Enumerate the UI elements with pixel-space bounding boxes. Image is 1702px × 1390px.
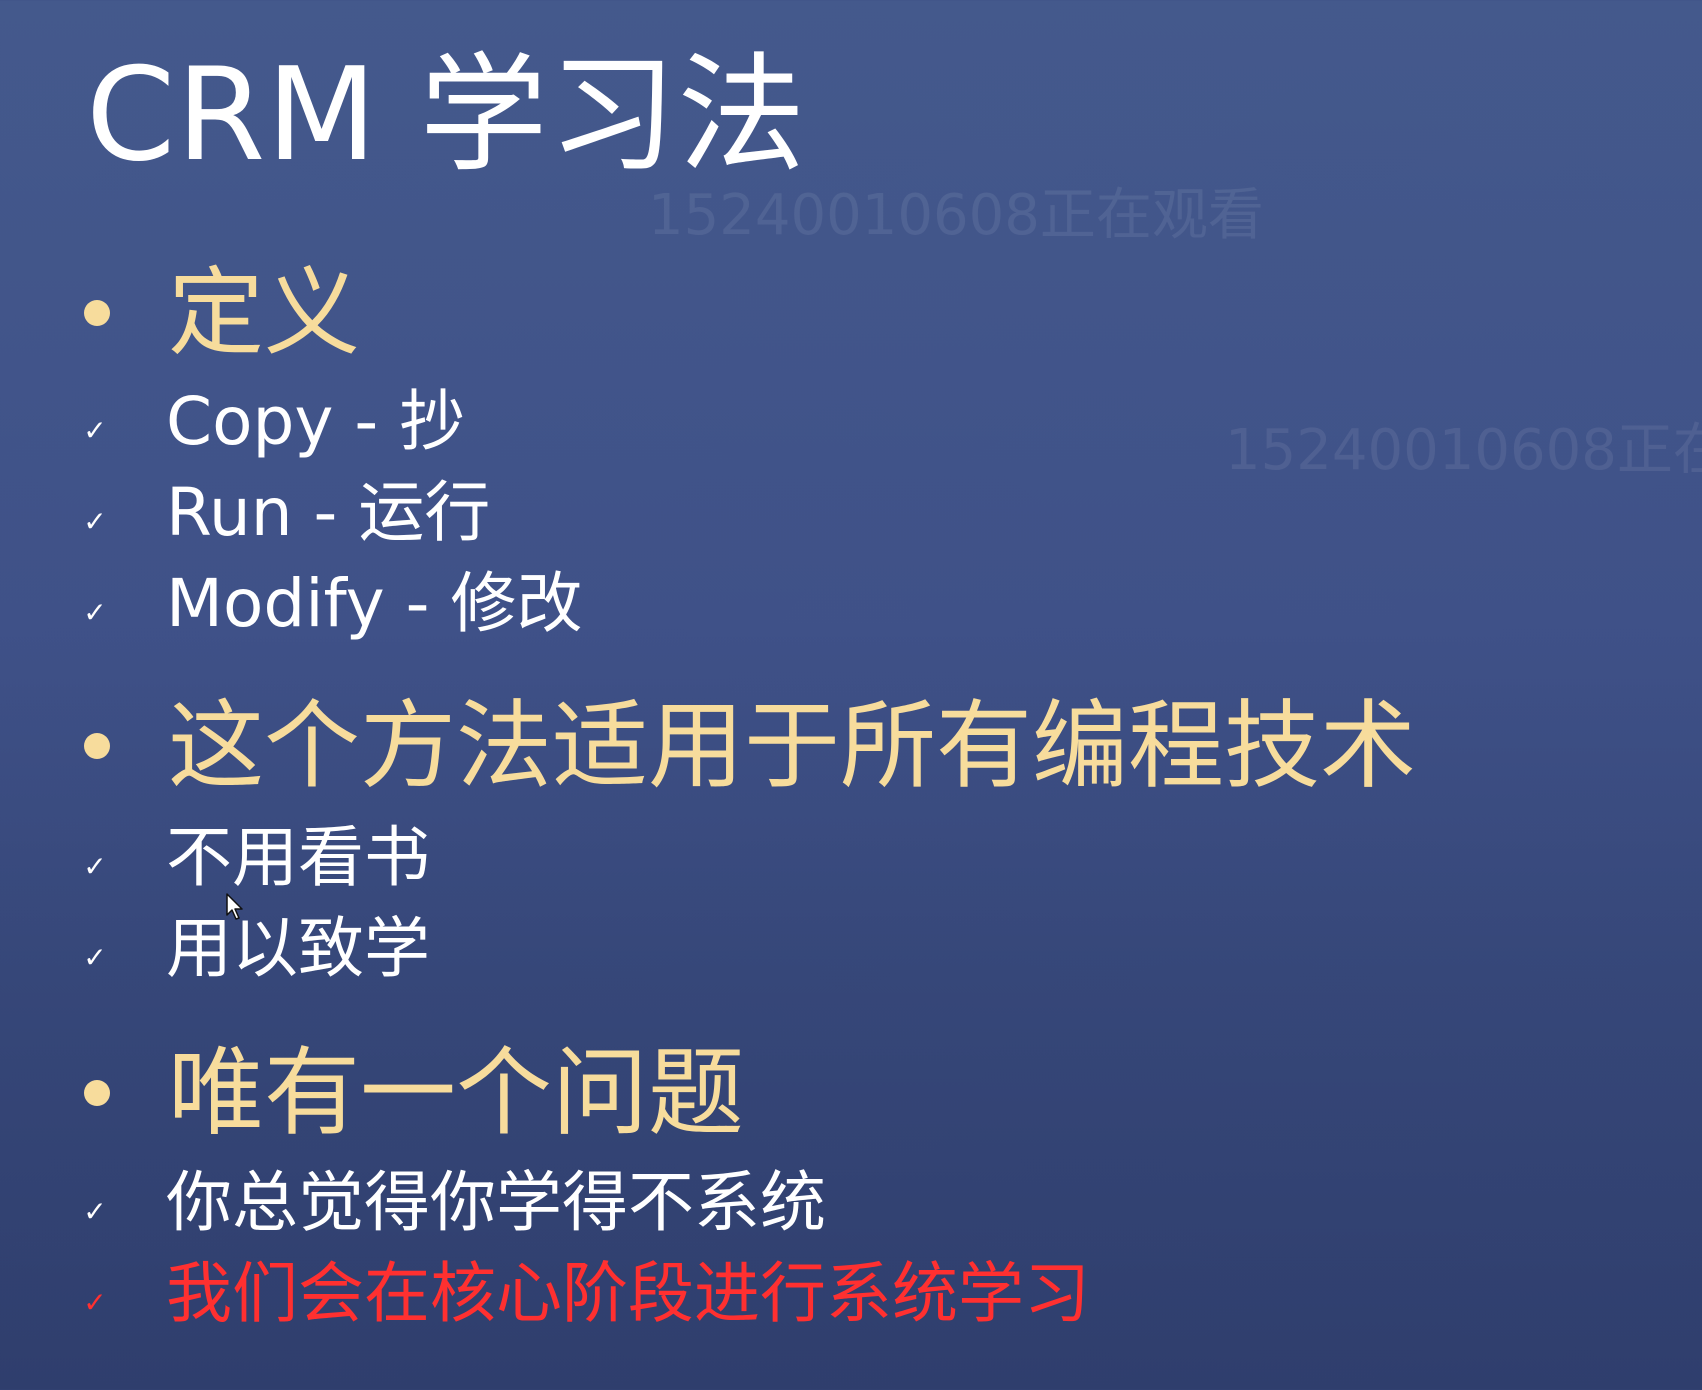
list-item-text: 我们会在核心阶段进行系统学习 xyxy=(166,1255,1090,1332)
list-item-text: Modify - 修改 xyxy=(166,565,583,642)
list-item-text: 不用看书 xyxy=(166,819,430,896)
list-item-core-stage: ✓ 我们会在核心阶段进行系统学习 xyxy=(80,1253,1090,1335)
section-heading-applicability: 这个方法适用于所有编程技术 xyxy=(84,686,1416,806)
section-heading-definition: 定义 xyxy=(84,253,360,373)
list-item-not-systematic: ✓ 你总觉得你学得不系统 xyxy=(80,1162,826,1244)
list-item-learn-by-doing: ✓ 用以致学 xyxy=(80,908,430,990)
section-heading-text: 定义 xyxy=(168,257,360,369)
slide: CRM 学习法 15240010608正在观看 15240010608正在 定义… xyxy=(0,0,1702,1390)
section-heading-text: 唯有一个问题 xyxy=(168,1037,744,1149)
check-icon: ✓ xyxy=(83,940,107,974)
mouse-pointer-icon xyxy=(226,893,243,920)
list-item-text: 用以致学 xyxy=(166,910,430,987)
bullet-dot-icon xyxy=(84,733,110,759)
slide-title: CRM 学习法 xyxy=(86,41,807,190)
list-item-text: 你总觉得你学得不系统 xyxy=(166,1164,826,1241)
check-icon: ✓ xyxy=(83,1285,107,1319)
watermark-2: 15240010608正在 xyxy=(1225,418,1702,483)
list-item-copy: ✓ Copy - 抄 xyxy=(80,381,465,463)
list-item-text: Copy - 抄 xyxy=(166,383,466,460)
check-icon: ✓ xyxy=(83,504,107,538)
list-item-text: Run - 运行 xyxy=(166,474,491,551)
bullet-dot-icon xyxy=(84,300,110,326)
bullet-dot-icon xyxy=(84,1080,110,1106)
check-icon: ✓ xyxy=(83,413,107,447)
section-heading-text: 这个方法适用于所有编程技术 xyxy=(168,690,1416,802)
check-icon: ✓ xyxy=(83,1194,107,1228)
section-heading-problem: 唯有一个问题 xyxy=(84,1033,744,1153)
list-item-run: ✓ Run - 运行 xyxy=(80,472,490,554)
list-item-no-books: ✓ 不用看书 xyxy=(80,817,430,899)
check-icon: ✓ xyxy=(83,849,107,883)
list-item-modify: ✓ Modify - 修改 xyxy=(80,563,582,645)
check-icon: ✓ xyxy=(83,595,107,629)
watermark-1: 15240010608正在观看 xyxy=(648,183,1264,248)
